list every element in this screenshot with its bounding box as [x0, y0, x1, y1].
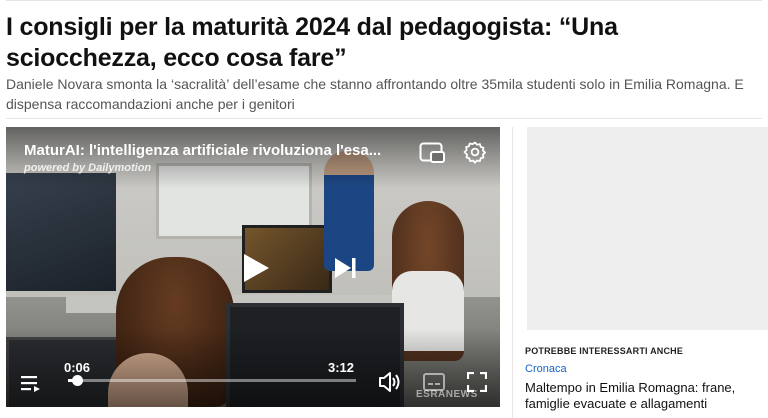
article-subtitle: Daniele Novara smonta la ‘sacralità’ del… [6, 76, 744, 112]
gear-icon[interactable] [462, 139, 488, 165]
video-progress-handle[interactable] [71, 375, 83, 386]
video-current-time: 0:06 [64, 360, 91, 375]
video-powered-by: powered by Dailymotion [24, 162, 152, 174]
header-divider [6, 118, 762, 119]
related-article-title[interactable]: Maltempo in Emilia Romagna: frane, famig… [525, 380, 765, 412]
column-divider [512, 127, 513, 418]
video-player[interactable]: MaturAI: l'intelligenza artificiale rivo… [6, 127, 500, 407]
video-progress-bar[interactable] [68, 375, 356, 386]
related-section-label: POTREBBE INTERESSARTI ANCHE [525, 346, 684, 356]
advertisement-placeholder [527, 127, 768, 330]
article-headline: I consigli per la maturità 2024 dal peda… [6, 13, 618, 72]
video-watermark: ESRANEWS [416, 389, 478, 400]
video-total-time: 3:12 [328, 360, 355, 375]
top-divider [6, 0, 762, 1]
related-category-link[interactable]: Cronaca [525, 363, 567, 375]
playlist-menu-icon[interactable] [20, 373, 42, 393]
picture-in-picture-icon[interactable] [418, 141, 446, 165]
volume-icon[interactable] [378, 371, 402, 393]
next-icon[interactable] [332, 255, 358, 281]
play-icon[interactable] [240, 252, 272, 284]
video-title[interactable]: MaturAI: l'intelligenza artificiale rivo… [24, 142, 381, 159]
